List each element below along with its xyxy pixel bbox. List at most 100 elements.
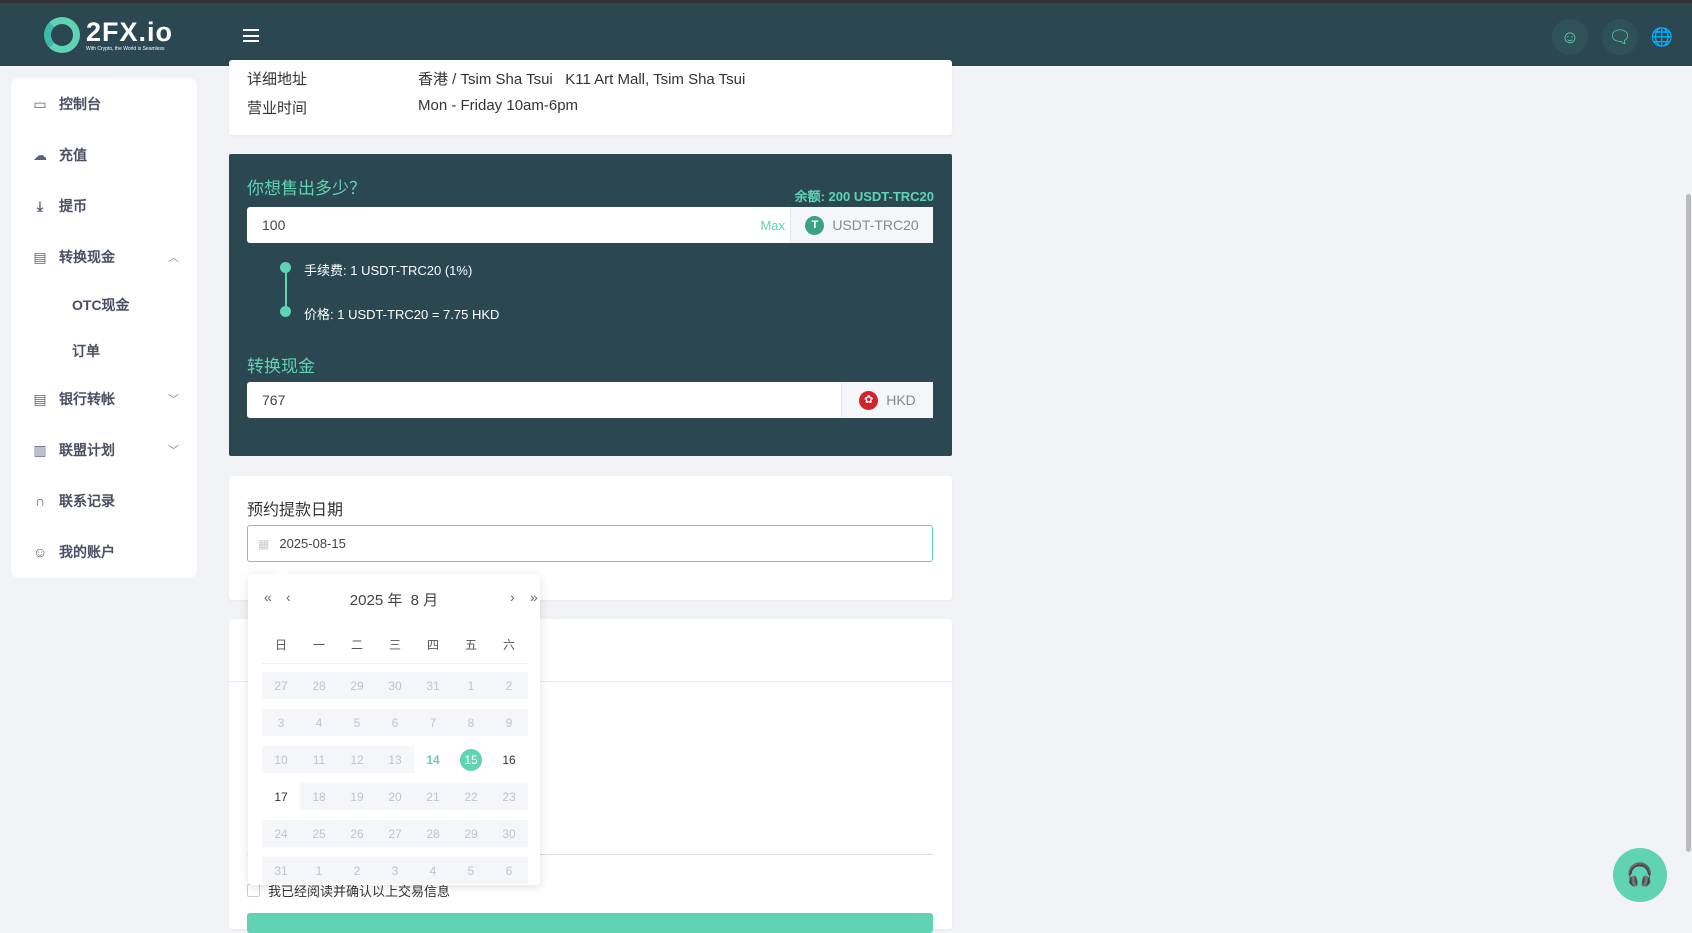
day-number: 4 [315, 715, 323, 730]
user-icon[interactable]: ☺ [1552, 19, 1588, 55]
sell-amount-input[interactable]: 100 Max T USDT-TRC20 [247, 207, 933, 243]
day-number: 4 [429, 863, 437, 878]
converted-amount-input[interactable]: 767 ✿ HKD [247, 382, 933, 418]
day-grid: 27 28 29 30 31 1 2 3 4 5 6 7 8 9 10 11 12 13 14 15 16 17 18 19 2… [262, 672, 528, 884]
day-number: 22 [464, 789, 478, 804]
day-number: 25 [312, 826, 326, 841]
day-number: 14 [426, 752, 440, 767]
day-number: 2 [353, 863, 361, 878]
day-cell: 20 [376, 783, 414, 810]
calendar-icon: ▦ [258, 536, 270, 551]
sidebar-item-bank-transfer[interactable]: ▤ 银行转帐 ﹀ [11, 379, 197, 419]
chevron-down-icon: ﹀ [168, 445, 179, 457]
day-cell: 31 [262, 857, 300, 884]
sell-panel: 你想售出多少？ 余额: 200 USDT-TRC20 100 Max T USDT… [229, 154, 952, 456]
day-cell: 24 [262, 820, 300, 847]
sidebar-item-affiliate[interactable]: ▥ 联盟计划 ﹀ [11, 430, 197, 470]
day-cell: 28 [414, 820, 452, 847]
day-cell[interactable]: 17 [262, 783, 300, 810]
submit-button[interactable] [247, 913, 933, 933]
chat-icon[interactable]: 🗨 [1602, 19, 1638, 55]
day-cell: 31 [414, 672, 452, 699]
sidebar-item-deposit[interactable]: ☁ 充值 [11, 135, 197, 175]
day-cell: 3 [262, 709, 300, 736]
cloud-upload-icon: ☁ [33, 146, 47, 163]
sidebar-item-my-account[interactable]: ☺ 我的账户 [11, 532, 197, 572]
day-cell: 23 [490, 783, 528, 810]
day-cell: 5 [338, 709, 376, 736]
day-cell: 30 [490, 820, 528, 847]
day-cell: 27 [376, 820, 414, 847]
step-dot [280, 306, 291, 317]
day-number: 31 [274, 863, 288, 878]
day-number: 3 [277, 715, 285, 730]
day-number: 18 [312, 789, 326, 804]
day-number: 3 [391, 863, 399, 878]
top-header: 2FX.io With Crypto, the World is Seamless… [0, 0, 1692, 66]
day-number: 26 [350, 826, 364, 841]
day-cell: 29 [338, 672, 376, 699]
day-number: 5 [353, 715, 361, 730]
day-number: 29 [464, 826, 478, 841]
day-number: 9 [505, 715, 513, 730]
sidebar-item-withdraw[interactable]: ⤓ 提币 [11, 186, 197, 226]
hk-flag-icon: ✿ [859, 390, 879, 410]
next-year-icon[interactable]: » [530, 589, 538, 605]
day-cell: 19 [338, 783, 376, 810]
chevron-down-icon: ﹀ [168, 394, 179, 406]
price-text: 价格: 1 USDT-TRC20 = 7.75 HKD [304, 307, 500, 322]
globe-icon[interactable]: 🌐 [1644, 19, 1680, 55]
day-number: 2 [505, 678, 513, 693]
chevron-up-icon: ︿ [168, 252, 179, 264]
sidebar-item-convert-cash[interactable]: ▤ 转换现金 ︿ [11, 237, 197, 277]
weekday-label: 六 [502, 638, 515, 652]
convert-title: 转换现金 [247, 357, 315, 376]
tether-icon: T [805, 215, 825, 235]
date-input[interactable]: ▦ 2025-08-15 [247, 525, 933, 562]
sidebar: ▭ 控制台 ☁ 充值 ⤓ 提币 ▤ 转换现金 ︿ OTC现金 订单 ▤ 银行转帐 ﹀ ▥ 联盟计… [11, 78, 197, 578]
weekday-label: 一 [312, 638, 325, 652]
day-number: 24 [274, 826, 288, 841]
day-number: 29 [350, 678, 364, 693]
confirm-checkbox[interactable] [247, 884, 260, 897]
day-number: 15 [460, 748, 482, 771]
day-cell: 7 [414, 709, 452, 736]
day-number: 11 [312, 752, 326, 767]
calendar-title: 2025 年 8 月 [349, 592, 439, 609]
day-number: 10 [274, 752, 288, 767]
sidebar-item-contact-records[interactable]: ∩ 联系记录 [11, 481, 197, 521]
day-cell: 1 [452, 672, 490, 699]
max-button[interactable]: Max [760, 218, 785, 233]
logo[interactable]: 2FX.io With Crypto, the World is Seamless [44, 17, 173, 53]
schedule-title: 预约提款日期 [247, 502, 344, 519]
day-cell[interactable]: 14 [414, 746, 452, 773]
day-number: 21 [426, 789, 440, 804]
day-cell: 28 [300, 672, 338, 699]
day-cell[interactable]: 15 [452, 746, 490, 773]
scrollbar[interactable] [1686, 194, 1691, 852]
sidebar-item-otc-cash[interactable]: OTC现金 [11, 285, 197, 325]
day-number: 28 [426, 826, 440, 841]
day-number: 16 [502, 752, 516, 767]
day-number: 30 [502, 826, 516, 841]
day-number: 5 [467, 863, 475, 878]
day-cell: 5 [452, 857, 490, 884]
sidebar-item-orders[interactable]: 订单 [11, 331, 197, 371]
day-cell: 3 [376, 857, 414, 884]
day-number: 8 [467, 715, 475, 730]
day-cell: 29 [452, 820, 490, 847]
sidebar-item-dashboard[interactable]: ▭ 控制台 [11, 84, 197, 124]
day-number: 20 [388, 789, 402, 804]
day-number: 30 [388, 678, 402, 693]
day-cell: 2 [338, 857, 376, 884]
support-headset-button[interactable]: 🎧 [1613, 848, 1667, 902]
day-cell: 22 [452, 783, 490, 810]
next-month-icon[interactable]: › [510, 589, 515, 605]
day-cell[interactable]: 16 [490, 746, 528, 773]
menu-toggle-icon[interactable] [243, 29, 259, 42]
building-icon: ▥ [33, 441, 47, 458]
day-cell: 26 [338, 820, 376, 847]
day-cell: 4 [300, 709, 338, 736]
day-cell: 30 [376, 672, 414, 699]
fee-text: 手续费: 1 USDT-TRC20 (1%) [304, 263, 473, 278]
